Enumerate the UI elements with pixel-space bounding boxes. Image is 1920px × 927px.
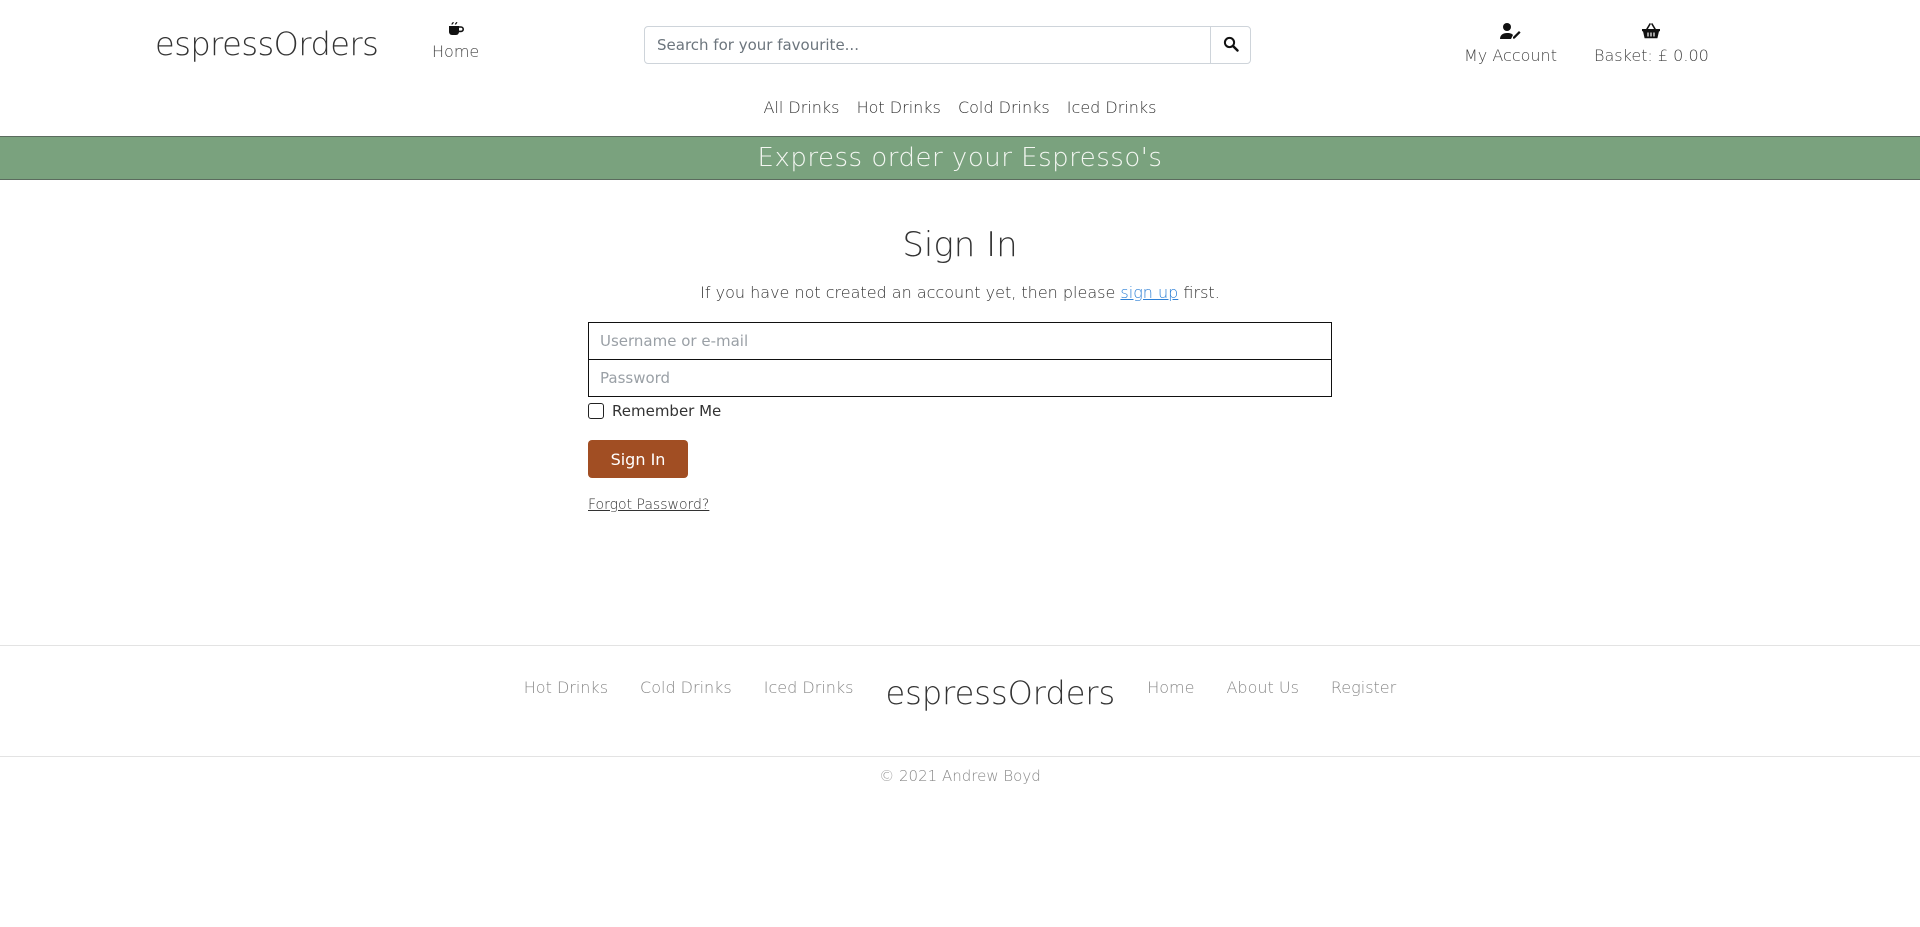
promo-banner: Express order your Espresso's <box>0 137 1920 180</box>
footer-link-register[interactable]: Register <box>1331 678 1396 697</box>
site-logo[interactable]: espressOrders <box>155 25 379 63</box>
category-cold-drinks[interactable]: Cold Drinks <box>958 98 1050 117</box>
footer-link-hot-drinks[interactable]: Hot Drinks <box>524 678 608 697</box>
my-account-link[interactable]: My Account <box>1464 22 1557 65</box>
footer-nav: Hot Drinks Cold Drinks Iced Drinks espre… <box>0 668 1920 712</box>
remember-me-checkbox[interactable] <box>588 403 604 419</box>
signin-form: Remember Me Sign In Forgot Password? <box>588 322 1332 513</box>
footer-logo[interactable]: espressOrders <box>885 674 1115 712</box>
signup-note-prefix: If you have not created an account yet, … <box>700 283 1116 302</box>
page-title: Sign In <box>902 225 1018 265</box>
remember-me: Remember Me <box>588 402 1332 420</box>
site-footer: Hot Drinks Cold Drinks Iced Drinks espre… <box>0 645 1920 756</box>
category-nav: All Drinks Hot Drinks Cold Drinks Iced D… <box>0 98 1920 117</box>
signup-note-suffix: first. <box>1183 283 1220 302</box>
signup-note: If you have not created an account yet, … <box>0 283 1920 302</box>
user-edit-icon <box>1464 22 1557 42</box>
search-bar <box>644 26 1251 64</box>
main-content: Sign In If you have not created an accou… <box>0 180 1920 645</box>
basket-link[interactable]: Basket: £ 0.00 <box>1594 22 1709 65</box>
site-header: espressOrders Home Search for your favou… <box>0 0 1920 137</box>
category-hot-drinks[interactable]: Hot Drinks <box>857 98 941 117</box>
search-button[interactable] <box>1210 27 1250 63</box>
category-iced-drinks[interactable]: Iced Drinks <box>1067 98 1157 117</box>
home-link[interactable]: Home <box>432 18 479 61</box>
footer-link-cold-drinks[interactable]: Cold Drinks <box>640 678 732 697</box>
footer-link-home[interactable]: Home <box>1147 678 1194 697</box>
coffee-mug-icon <box>432 18 479 38</box>
password-field[interactable] <box>588 360 1332 397</box>
basket-total-label: Basket: £ 0.00 <box>1594 46 1709 65</box>
my-account-label: My Account <box>1464 46 1557 65</box>
signup-link[interactable]: sign up <box>1120 283 1178 302</box>
home-label: Home <box>432 42 480 61</box>
copyright: © 2021 Andrew Boyd <box>0 756 1920 785</box>
footer-link-about-us[interactable]: About Us <box>1226 678 1298 697</box>
forgot-password-link[interactable]: Forgot Password? <box>588 497 709 513</box>
username-field[interactable] <box>588 322 1332 360</box>
footer-link-iced-drinks[interactable]: Iced Drinks <box>764 678 854 697</box>
shopping-basket-icon <box>1594 22 1709 42</box>
search-input[interactable] <box>645 27 1210 63</box>
remember-me-label: Remember Me <box>612 402 722 420</box>
sign-in-button[interactable]: Sign In <box>588 440 688 478</box>
search-icon <box>1223 36 1239 55</box>
category-all-drinks[interactable]: All Drinks <box>764 98 840 117</box>
